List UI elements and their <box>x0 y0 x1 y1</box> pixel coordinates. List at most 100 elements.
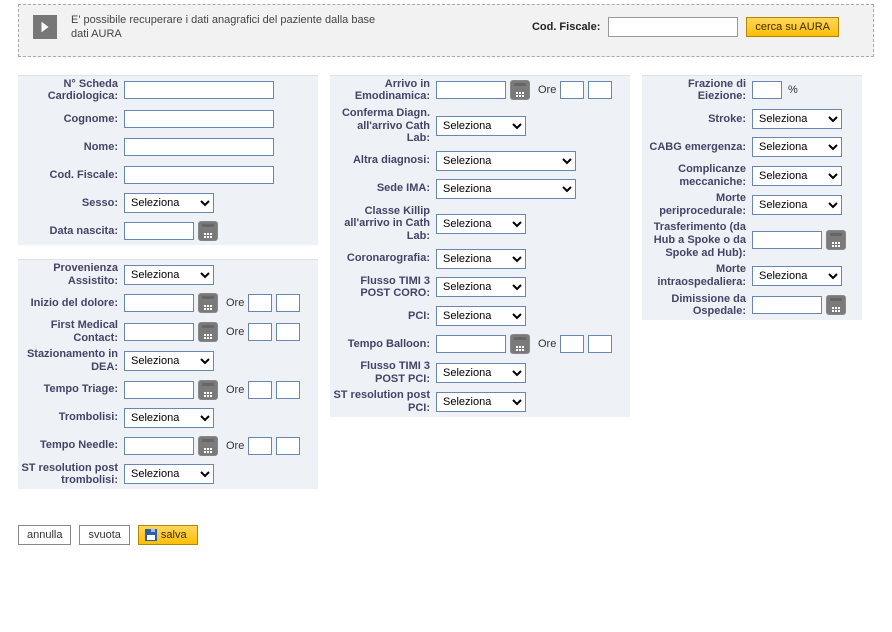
label-tempo-balloon: Tempo Balloon: <box>332 338 432 351</box>
morte-peri-select[interactable]: Seleziona <box>752 195 842 215</box>
label-arrivo-emo: Arrivo in Emodinamica: <box>332 78 432 103</box>
label-trombolisi: Trombolisi: <box>20 411 120 424</box>
anagrafica-block: N° Scheda Cardiologica: Cognome: Nome: C… <box>18 75 318 245</box>
stazionamento-select[interactable]: Seleziona <box>124 351 214 371</box>
calendar-icon[interactable] <box>198 322 218 342</box>
tempo-needle-ore-h[interactable] <box>248 437 272 455</box>
ore-label: Ore <box>226 384 244 396</box>
calendar-icon[interactable] <box>510 80 530 100</box>
stroke-select[interactable]: Seleziona <box>752 109 842 129</box>
provenienza-select[interactable]: Seleziona <box>124 265 214 285</box>
conferma-diagn-select[interactable]: Seleziona <box>436 116 526 136</box>
label-cabg: CABG emergenza: <box>644 141 748 154</box>
label-scheda: N° Scheda Cardiologica: <box>20 78 120 103</box>
fmc-date-input[interactable] <box>124 323 194 341</box>
action-bar: annulla svuota salva <box>18 525 874 545</box>
aura-hint-text: E' possibile recuperare i dati anagrafic… <box>71 13 391 42</box>
label-morte-intra: Morte intraospedaliera: <box>644 263 748 288</box>
label-altra-diagnosi: Altra diagnosi: <box>332 154 432 167</box>
calendar-icon[interactable] <box>198 293 218 313</box>
ore-label: Ore <box>538 84 556 96</box>
cod-fiscale-search-input[interactable] <box>608 17 738 37</box>
tempo-triage-ore-h[interactable] <box>248 381 272 399</box>
label-fmc: First Medical Contact: <box>20 319 120 344</box>
dimissione-date-input[interactable] <box>752 296 822 314</box>
sede-ima-select[interactable]: Seleziona <box>436 179 576 199</box>
tempo-balloon-date-input[interactable] <box>436 335 506 353</box>
data-nascita-input[interactable] <box>124 222 194 240</box>
st-res-pci-select[interactable]: Seleziona <box>436 392 526 412</box>
trombolisi-select[interactable]: Seleziona <box>124 408 214 428</box>
label-sede-ima: Sede IMA: <box>332 182 432 195</box>
salva-label: salva <box>161 529 187 541</box>
label-inizio-dolore: Inizio del dolore: <box>20 297 120 310</box>
fmc-ore-h[interactable] <box>248 323 272 341</box>
label-data-nascita: Data nascita: <box>20 225 120 238</box>
label-cognome: Cognome: <box>20 113 120 126</box>
cabg-select[interactable]: Seleziona <box>752 137 842 157</box>
st-res-tromb-select[interactable]: Seleziona <box>124 464 214 484</box>
label-stroke: Stroke: <box>644 113 748 126</box>
label-provenienza: Provenienza Assistito: <box>20 262 120 287</box>
sesso-select[interactable]: Seleziona <box>124 193 214 213</box>
ore-label: Ore <box>226 326 244 338</box>
label-complicanze: Complicanze meccaniche: <box>644 163 748 188</box>
label-conferma-diagn: Conferma Diagn. all'arrivo Cath Lab: <box>332 107 432 145</box>
timi3-pci-select[interactable]: Seleziona <box>436 363 526 383</box>
fmc-ore-m[interactable] <box>276 323 300 341</box>
annulla-button[interactable]: annulla <box>18 525 71 545</box>
tempo-needle-date-input[interactable] <box>124 437 194 455</box>
tempo-needle-ore-m[interactable] <box>276 437 300 455</box>
tempo-triage-ore-m[interactable] <box>276 381 300 399</box>
morte-intra-select[interactable]: Seleziona <box>752 266 842 286</box>
search-aura-button[interactable]: cerca su AURA <box>746 17 839 37</box>
label-timi3-coro: Flusso TIMI 3 POST CORO: <box>332 275 432 300</box>
emodinamica-block: Arrivo in Emodinamica: Ore Conferma Diag… <box>330 75 630 417</box>
arrow-right-icon <box>33 15 57 39</box>
calendar-icon[interactable] <box>198 380 218 400</box>
cod-fiscale-input[interactable] <box>124 166 274 184</box>
altra-diagnosi-select[interactable]: Seleziona <box>436 151 576 171</box>
tempo-balloon-ore-h[interactable] <box>560 335 584 353</box>
timi3-coro-select[interactable]: Seleziona <box>436 277 526 297</box>
nome-input[interactable] <box>124 138 274 156</box>
arrivo-emo-date-input[interactable] <box>436 81 506 99</box>
label-st-res-pci: ST resolution post PCI: <box>332 389 432 414</box>
calendar-icon[interactable] <box>198 436 218 456</box>
label-tempo-needle: Tempo Needle: <box>20 439 120 452</box>
svuota-button[interactable]: svuota <box>79 525 129 545</box>
salva-button[interactable]: salva <box>138 525 198 545</box>
calendar-icon[interactable] <box>826 295 846 315</box>
label-cod-fiscale: Cod. Fiscale: <box>20 169 120 182</box>
tempo-triage-date-input[interactable] <box>124 381 194 399</box>
calendar-icon[interactable] <box>510 334 530 354</box>
label-sesso: Sesso: <box>20 197 120 210</box>
ore-label: Ore <box>538 338 556 350</box>
inizio-dolore-date-input[interactable] <box>124 294 194 312</box>
pci-select[interactable]: Seleziona <box>436 306 526 326</box>
calendar-icon[interactable] <box>198 221 218 241</box>
arrivo-emo-ore-m[interactable] <box>588 81 612 99</box>
inizio-dolore-ore-m[interactable] <box>276 294 300 312</box>
label-classe-killip: Classe Killip all'arrivo in Cath Lab: <box>332 205 432 243</box>
scheda-input[interactable] <box>124 81 274 99</box>
trasferimento-date-input[interactable] <box>752 231 822 249</box>
cognome-input[interactable] <box>124 110 274 128</box>
classe-killip-select[interactable]: Seleziona <box>436 214 526 234</box>
label-trasferimento: Trasferimento (da Hub a Spoke o da Spoke… <box>644 221 748 259</box>
ore-label: Ore <box>226 297 244 309</box>
cod-fiscale-search-label: Cod. Fiscale: <box>532 21 600 33</box>
label-tempo-triage: Tempo Triage: <box>20 383 120 396</box>
coronarografia-select[interactable]: Seleziona <box>436 249 526 269</box>
fe-input[interactable] <box>752 81 782 99</box>
tempi-block: Provenienza Assistito: Seleziona Inizio … <box>18 259 318 489</box>
calendar-icon[interactable] <box>826 230 846 250</box>
tempo-balloon-ore-m[interactable] <box>588 335 612 353</box>
label-timi3-pci: Flusso TIMI 3 POST PCI: <box>332 360 432 385</box>
arrivo-emo-ore-h[interactable] <box>560 81 584 99</box>
complicanze-select[interactable]: Seleziona <box>752 166 842 186</box>
label-nome: Nome: <box>20 141 120 154</box>
label-fe: Frazione di Eiezione: <box>644 78 748 103</box>
label-morte-peri: Morte periprocedurale: <box>644 192 748 217</box>
inizio-dolore-ore-h[interactable] <box>248 294 272 312</box>
